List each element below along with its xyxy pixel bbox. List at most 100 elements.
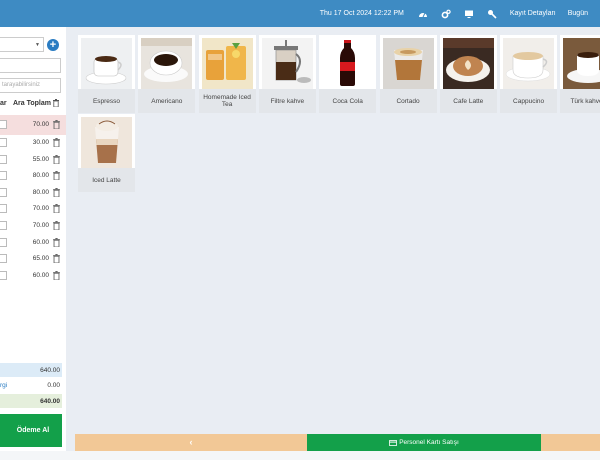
- product-card[interactable]: Iced Latte: [78, 114, 135, 192]
- footer: [0, 451, 600, 460]
- product-name: Espresso: [78, 89, 135, 113]
- text-input[interactable]: [0, 58, 61, 73]
- column-header: ar: [0, 100, 7, 107]
- espresso-photo: [81, 38, 132, 89]
- trash-icon[interactable]: [53, 237, 60, 248]
- product-card[interactable]: Coca Cola: [319, 35, 377, 113]
- iced-tea-photo: [201, 38, 253, 89]
- table-row[interactable]: 80.00: [0, 168, 66, 185]
- subtotal-value: 80.00: [32, 172, 49, 180]
- product-name: Americano: [138, 89, 196, 113]
- turkish-coffee-photo: [563, 38, 600, 89]
- table-row[interactable]: 60.00: [0, 235, 66, 252]
- product-card[interactable]: Americano: [138, 35, 196, 113]
- tax-row: rgi 0.00: [0, 378, 62, 392]
- trash-icon[interactable]: [53, 154, 60, 165]
- trash-icon[interactable]: [53, 138, 60, 148]
- product-name: Cortado: [379, 89, 437, 113]
- trash-icon[interactable]: [53, 204, 60, 214]
- trash-icon[interactable]: [53, 254, 60, 264]
- table-row[interactable]: 60.00: [0, 268, 66, 285]
- subtotal-value: 65.00: [32, 255, 49, 263]
- quantity-field[interactable]: [0, 237, 7, 247]
- quantity-field[interactable]: [0, 154, 7, 164]
- pay-button[interactable]: Ödeme Al: [0, 414, 62, 447]
- subtotal-value: 55.00: [32, 155, 49, 163]
- settings-icon[interactable]: [441, 8, 452, 19]
- subtotal-value: 60.00: [32, 271, 49, 279]
- product-card[interactable]: Espresso: [78, 35, 135, 113]
- product-card[interactable]: Cafe Latte: [439, 35, 497, 113]
- subtotal-value: 70.00: [32, 121, 49, 128]
- product-name: Homemade Iced Tea: [198, 89, 256, 113]
- quantity-field[interactable]: [0, 138, 7, 147]
- trash-icon[interactable]: [53, 171, 60, 181]
- credit-card-icon: [389, 439, 398, 446]
- product-name: Türk kahvesi: [560, 89, 600, 113]
- americano-photo: [141, 38, 193, 89]
- table-row[interactable]: 70.00: [0, 218, 66, 235]
- customer-select[interactable]: ▼: [0, 37, 44, 52]
- search-input[interactable]: tarayabilirsiniz: [0, 78, 61, 93]
- table-row[interactable]: 55.00: [0, 152, 66, 169]
- back-button[interactable]: ‹: [75, 434, 307, 451]
- cortado-photo: [382, 38, 434, 89]
- table-row[interactable]: 30.00: [0, 135, 66, 152]
- subtotal-value: 70.00: [32, 221, 49, 229]
- grand-total-value: 640.00: [40, 398, 60, 405]
- quantity-field[interactable]: [0, 270, 7, 280]
- product-card[interactable]: Türk kahvesi: [560, 35, 600, 113]
- cola-photo: [322, 38, 374, 89]
- product-card[interactable]: Homemade Iced Tea: [198, 35, 256, 113]
- table-row[interactable]: 65.00: [0, 251, 66, 268]
- order-table-header: ar Ara Toplam: [0, 97, 66, 111]
- trash-icon[interactable]: [53, 220, 60, 231]
- product-name: Coca Cola: [319, 89, 377, 113]
- product-name: Filtre kahve: [258, 89, 316, 113]
- wrench-icon[interactable]: [487, 8, 498, 19]
- quantity-field[interactable]: [0, 220, 7, 230]
- quantity-field[interactable]: [0, 187, 7, 197]
- product-card[interactable]: Cappucino: [500, 35, 558, 113]
- quantity-field[interactable]: [0, 171, 7, 181]
- table-row[interactable]: 80.00: [0, 185, 66, 202]
- product-name: Iced Latte: [78, 168, 135, 192]
- trash-icon[interactable]: [53, 187, 60, 198]
- total-row: 640.00: [0, 363, 62, 377]
- record-details-link[interactable]: Kayıt Detayları: [510, 10, 556, 17]
- quantity-field[interactable]: [0, 120, 7, 129]
- tax-value: 0.00: [47, 382, 60, 389]
- product-card[interactable]: Filtre kahve: [258, 35, 316, 113]
- subtotal-value: 60.00: [32, 238, 49, 246]
- next-button[interactable]: [541, 434, 600, 451]
- product-name: Cafe Latte: [439, 89, 497, 113]
- iced-latte-photo: [81, 117, 132, 168]
- quantity-field[interactable]: [0, 254, 7, 264]
- table-row[interactable]: 70.00: [0, 201, 66, 218]
- staff-card-sale-button[interactable]: Personel Kartı Satışı: [307, 434, 541, 451]
- french-press-photo: [261, 38, 313, 89]
- order-panel: ▼ + tarayabilirsiniz ar Ara Toplam 70.00…: [0, 27, 66, 451]
- trash-icon[interactable]: [53, 99, 59, 109]
- table-row[interactable]: 70.00: [0, 115, 66, 135]
- chevron-down-icon: ▼: [35, 42, 40, 48]
- staff-card-sale-label: Personel Kartı Satışı: [399, 439, 459, 446]
- tax-label: rgi: [0, 382, 8, 389]
- datetime: Thu 17 Oct 2024 12:22 PM: [319, 10, 404, 17]
- today-link[interactable]: Bugün: [568, 10, 588, 17]
- subtotal-value: 70.00: [32, 205, 49, 213]
- latte-photo: [442, 38, 494, 89]
- product-card[interactable]: Cortado: [379, 35, 437, 113]
- column-header-subtotal: Ara Toplam: [13, 100, 51, 107]
- cappuccino-photo: [503, 38, 555, 89]
- subtotal-value: 80.00: [32, 188, 49, 196]
- trash-icon[interactable]: [53, 120, 60, 130]
- top-bar: Thu 17 Oct 2024 12:22 PM Kayıt Detayları…: [0, 0, 600, 27]
- monitor-icon[interactable]: [464, 8, 475, 19]
- quantity-field[interactable]: [0, 204, 7, 214]
- product-name: Cappucino: [500, 89, 558, 113]
- dashboard-icon[interactable]: [418, 8, 429, 19]
- add-customer-button[interactable]: +: [47, 39, 59, 51]
- trash-icon[interactable]: [53, 270, 60, 281]
- grand-total-row: 640.00: [0, 394, 62, 408]
